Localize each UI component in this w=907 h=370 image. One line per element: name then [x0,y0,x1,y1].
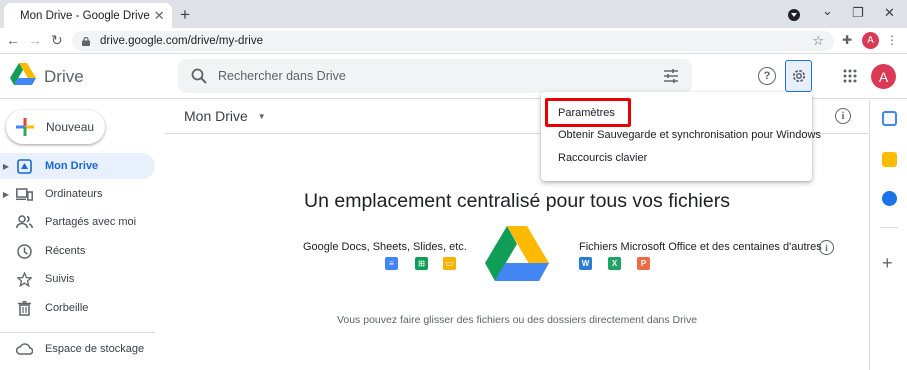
slides-icon: ▭ [443,257,456,270]
settings-button[interactable] [785,60,812,92]
calendar-icon[interactable] [882,111,897,126]
new-tab-button[interactable]: + [180,5,190,25]
lock-icon [82,36,90,46]
browser-menu-icon[interactable]: ⋮ [886,33,898,47]
expand-caret-icon[interactable]: ▶ [0,190,12,199]
plus-icon [16,118,34,136]
add-addon-icon[interactable]: + [882,253,893,274]
sidebar-item-shared[interactable]: Partagés avec moi [0,209,155,235]
trash-icon [16,300,33,317]
forward-icon[interactable]: → [28,32,42,48]
new-button-label: Nouveau [46,120,95,134]
minimize-icon[interactable]: ⌄ [822,3,833,19]
back-icon[interactable]: ← [6,32,20,48]
docs-icon: ≡ [385,257,398,270]
sidebar: Nouveau ▶ Mon Drive ▶ Ordinateurs Partag… [0,100,165,370]
browser-profile-avatar[interactable]: A [862,32,879,49]
bookmark-star-icon[interactable]: ☆ [812,33,824,49]
search-input[interactable] [218,66,638,86]
help-icon[interactable]: ? [758,67,776,85]
tasks-icon[interactable] [882,191,897,206]
my-drive-icon [16,158,33,175]
powerpoint-icon: P [637,257,650,270]
highlight-box [545,98,631,127]
window-close-icon[interactable]: ✕ [884,5,895,21]
sidebar-item-recent[interactable]: Récents [0,238,155,264]
sidebar-item-label: Suivis [45,273,75,285]
search-options-icon[interactable] [664,69,678,83]
browser-tab[interactable]: Mon Drive - Google Drive ✕ [4,3,172,28]
new-button[interactable]: Nouveau [6,110,105,144]
sidebar-divider [0,332,155,333]
sidebar-item-label: Récents [45,245,86,257]
keep-icon[interactable] [882,152,897,167]
expand-caret-icon[interactable]: ▶ [0,162,12,171]
sidebar-item-label: Ordinateurs [45,188,103,200]
url-field[interactable]: drive.google.com/drive/my-drive ☆ [72,31,834,51]
drop-hint: Vous pouvez faire glisser des fichiers o… [336,314,698,326]
address-bar: ← → ↻ drive.google.com/drive/my-drive ☆ … [0,28,907,54]
tab-search-icon[interactable] [788,9,800,21]
reload-icon[interactable]: ↻ [51,32,63,49]
info-icon[interactable]: i [835,108,851,124]
extensions-icon[interactable]: ✚ [842,33,852,47]
breadcrumb-my-drive[interactable]: Mon Drive [184,108,248,124]
side-panel-rail: + [869,100,907,370]
sidebar-item-computers[interactable]: ▶ Ordinateurs [0,181,155,207]
account-avatar[interactable]: A [871,64,896,89]
word-icon: W [579,257,592,270]
breadcrumb[interactable]: Mon Drive ▼ [184,108,266,124]
sidebar-item-starred[interactable]: Suivis [0,266,155,292]
sidebar-item-my-drive[interactable]: ▶ Mon Drive [0,153,155,179]
office-formats-heading: Fichiers Microsoft Office et des centain… [579,241,822,253]
sidebar-item-label: Corbeille [45,302,89,314]
cloud-icon [16,341,33,358]
search-icon[interactable] [191,68,207,84]
clock-icon [16,243,33,260]
tab-close-icon[interactable]: ✕ [154,8,165,24]
google-formats-heading: Google Docs, Sheets, Slides, etc. [303,241,467,253]
sidebar-item-storage[interactable]: Espace de stockage [0,336,155,362]
rail-divider [880,227,898,228]
computers-icon [16,186,33,203]
sidebar-item-label: Mon Drive [45,160,99,172]
storage-label: Espace de stockage [45,343,145,355]
browser-tab-strip: Mon Drive - Google Drive ✕ + ⌄ ❐ ✕ [0,0,907,28]
search-bar [178,59,692,93]
drive-logo-large-icon [485,226,549,281]
menu-item-shortcuts[interactable]: Raccourcis clavier [558,152,647,164]
shared-icon [16,214,33,231]
menu-item-backup-sync[interactable]: Obtenir Sauvegarde et synchronisation po… [558,129,821,141]
empty-state-title: Un emplacement centralisé pour tous vos … [304,190,730,212]
drive-brand[interactable]: Drive [44,67,84,87]
url-text: drive.google.com/drive/my-drive [100,35,263,47]
sidebar-item-trash[interactable]: Corbeille [0,295,155,321]
gear-icon [792,69,805,83]
chevron-down-icon[interactable]: ▼ [258,112,266,121]
sheets-icon: ⊞ [415,257,428,270]
formats-info-icon[interactable]: i [819,240,834,255]
apps-grid-icon[interactable] [843,69,857,83]
tab-title: Mon Drive - Google Drive [20,9,150,22]
restore-icon[interactable]: ❐ [852,5,864,21]
excel-icon: X [608,257,621,270]
sidebar-item-label: Partagés avec moi [45,216,137,228]
drive-logo-icon[interactable] [10,63,36,86]
star-icon [16,271,33,288]
